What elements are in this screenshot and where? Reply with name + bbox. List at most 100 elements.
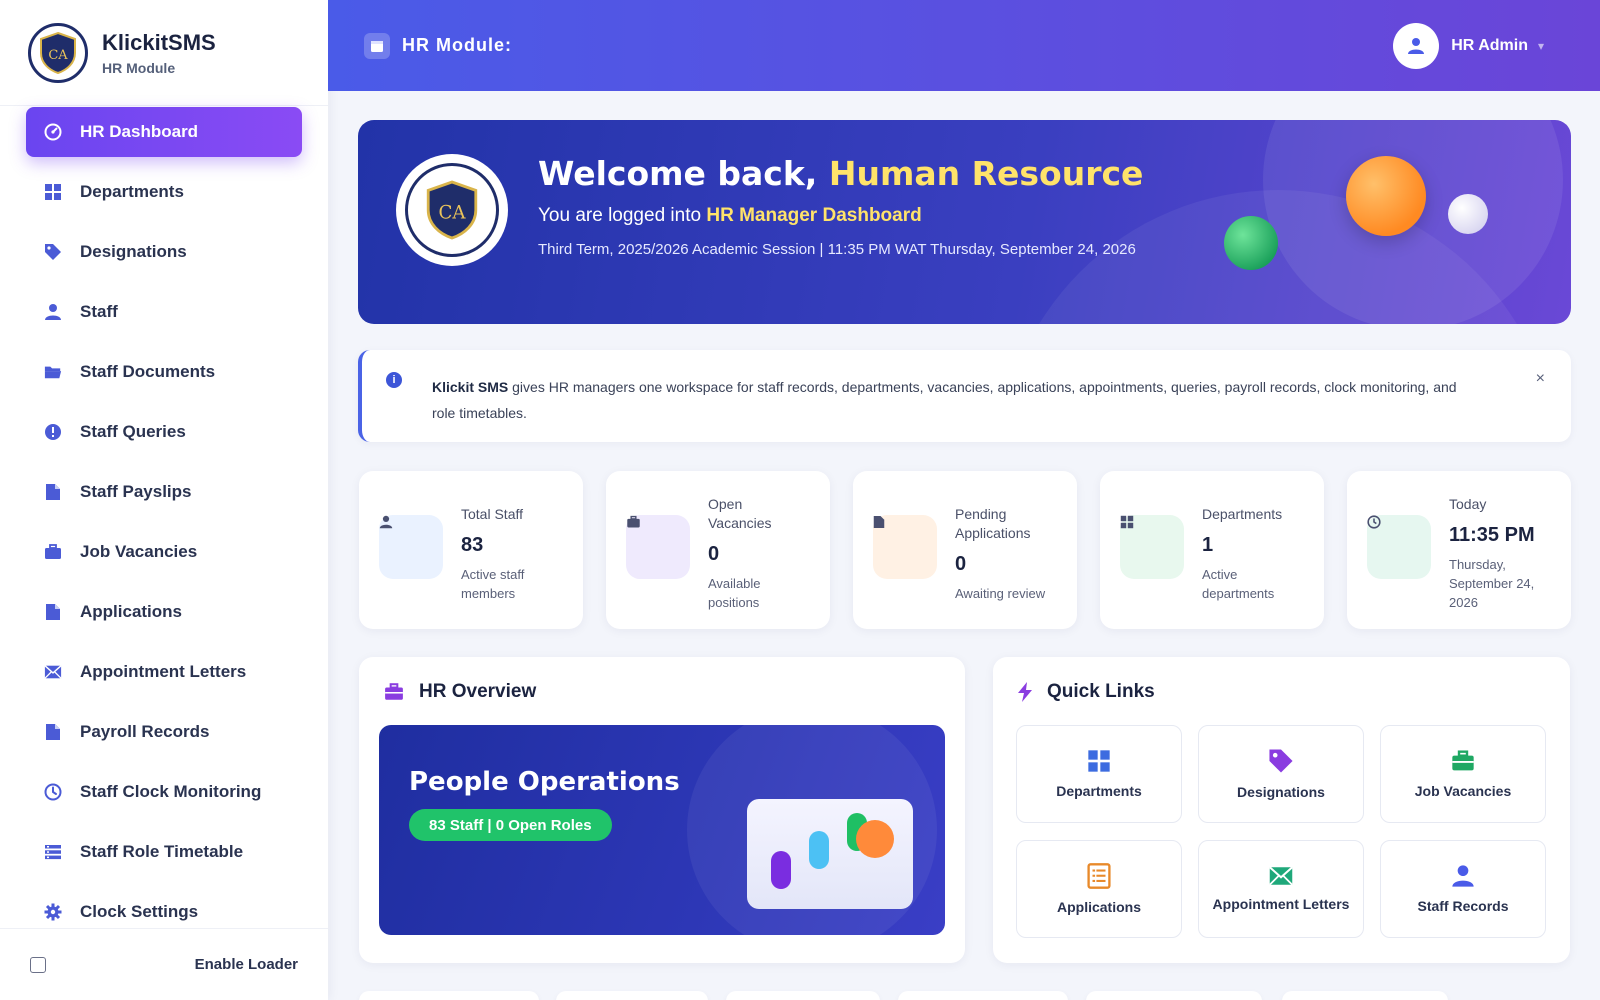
envelope-icon	[1268, 866, 1294, 886]
alert-body: gives HR managers one workspace for staf…	[432, 379, 1457, 421]
sidebar-item-staff-queries[interactable]: Staff Queries	[26, 407, 302, 457]
list-icon	[44, 843, 62, 861]
stat-sub: Thursday, September 24, 2026	[1449, 557, 1535, 610]
enable-loader-label: Enable Loader	[194, 956, 298, 973]
stat-sub: Active departments	[1202, 567, 1275, 601]
sidebar-item-label: Applications	[80, 602, 183, 621]
stat-card-open-vacancies[interactable]: Open Vacancies 0 Available positions	[606, 471, 830, 629]
sidebar-item-label: Payroll Records	[80, 722, 210, 741]
panel-title: Quick Links	[1017, 681, 1155, 703]
stat-card-pending-applications[interactable]: Pending Applications 0 Awaiting review	[853, 471, 1077, 629]
sidebar-item-staff-role-timetable[interactable]: Staff Role Timetable	[26, 827, 302, 877]
stat-card-today[interactable]: Today 11:35 PM Thursday, September 24, 2…	[1347, 471, 1571, 629]
sidebar-item-label: HR Dashboard	[80, 122, 199, 141]
grid-icon	[1120, 515, 1134, 534]
people-badge: 83 Staff | 0 Open Roles	[409, 809, 612, 841]
calendar-icon	[364, 32, 390, 59]
sidebar-item-payroll-records[interactable]: Payroll Records	[26, 707, 302, 757]
session-info: Third Term, 2025/2026 Academic Session |…	[538, 241, 1136, 258]
school-logo: CA	[28, 22, 88, 83]
sidebar-item-staff-documents[interactable]: Staff Documents	[26, 347, 302, 397]
page-title: HR Module:	[402, 35, 512, 55]
sidebar-item-label: Job Vacancies	[80, 542, 198, 561]
decorative-orb-orange	[1346, 156, 1426, 236]
welcome-title: Welcome back, Human Resource	[538, 154, 1143, 193]
people-operations-card[interactable]: People Operations 83 Staff | 0 Open Role…	[379, 725, 945, 935]
partial-card	[359, 991, 539, 1000]
tag-icon	[44, 243, 62, 261]
file-icon	[44, 603, 62, 621]
quick-link-label: Job Vacancies	[1414, 783, 1512, 799]
sidebar-item-appointment-letters[interactable]: Appointment Letters	[26, 647, 302, 697]
tag-icon	[1268, 748, 1294, 774]
user-icon	[44, 303, 62, 321]
quick-link-designations[interactable]: Designations	[1198, 725, 1364, 823]
stat-value: 0	[955, 553, 967, 575]
dashboard-icon	[44, 123, 62, 141]
stat-sub: Active staff members	[461, 567, 525, 601]
envelope-icon	[44, 663, 62, 681]
quick-link-appointment-letters[interactable]: Appointment Letters	[1198, 840, 1364, 938]
partial-card	[898, 991, 1068, 1000]
file-icon	[44, 483, 62, 501]
stat-value: 1	[1202, 534, 1214, 556]
partial-card	[726, 991, 880, 1000]
sidebar-item-designations[interactable]: Designations	[26, 227, 302, 277]
people-illustration	[747, 799, 913, 909]
alert-brand: Klickit SMS	[432, 379, 509, 395]
quick-link-job-vacancies[interactable]: Job Vacancies	[1380, 725, 1546, 823]
quick-link-label: Departments	[1056, 783, 1142, 799]
info-alert: i Klickit SMS gives HR managers one work…	[358, 350, 1571, 442]
sidebar-item-job-vacancies[interactable]: Job Vacancies	[26, 527, 302, 577]
sidebar-item-staff-clock-monitoring[interactable]: Staff Clock Monitoring	[26, 767, 302, 817]
logo-text: CA	[48, 48, 68, 63]
enable-loader-checkbox[interactable]	[30, 956, 46, 973]
sidebar-item-label: Staff	[80, 302, 118, 321]
partial-card	[1282, 991, 1448, 1000]
brand-name: KlickitSMS	[102, 29, 216, 55]
briefcase-icon	[383, 682, 405, 702]
quick-link-departments[interactable]: Departments	[1016, 725, 1182, 823]
sidebar-item-label: Appointment Letters	[80, 662, 247, 681]
stat-label: Today	[1449, 496, 1487, 512]
grid-icon	[44, 183, 62, 201]
sidebar-item-applications[interactable]: Applications	[26, 587, 302, 637]
welcome-line-prefix: You are logged into	[538, 205, 702, 226]
gear-icon	[44, 903, 62, 921]
sidebar-item-label: Staff Role Timetable	[80, 842, 244, 861]
welcome-subtitle: You are logged into HR Manager Dashboard	[538, 205, 1143, 227]
file-icon	[873, 515, 885, 534]
top-header: HR Module: HR Admin ▾	[328, 0, 1600, 91]
clock-icon	[1367, 515, 1381, 534]
stat-label: Departments	[1202, 506, 1283, 522]
file-icon	[44, 723, 62, 741]
sidebar-item-label: Departments	[80, 182, 184, 201]
briefcase-icon	[44, 543, 62, 561]
sidebar-item-departments[interactable]: Departments	[26, 167, 302, 217]
hr-overview-panel: HR Overview People Operations 83 Staff |…	[359, 657, 965, 963]
quick-link-applications[interactable]: Applications	[1016, 840, 1182, 938]
stat-card-departments[interactable]: Departments 1 Active departments	[1100, 471, 1324, 629]
quick-link-staff-records[interactable]: Staff Records	[1380, 840, 1546, 938]
brand-subtitle: HR Module	[102, 59, 176, 76]
stat-card-total-staff[interactable]: Total Staff 83 Active staff members	[359, 471, 583, 629]
sidebar-item-staff[interactable]: Staff	[26, 287, 302, 337]
dashboard-name: HR Manager Dashboard	[706, 205, 922, 226]
chevron-down-icon: ▾	[1537, 38, 1544, 53]
overview-title: HR Overview	[419, 681, 537, 702]
quick-links-panel: Quick Links Departments Designations Job…	[993, 657, 1570, 963]
close-icon[interactable]: ×	[1536, 370, 1545, 388]
stat-sub: Awaiting review	[955, 586, 1046, 601]
brand: CA KlickitSMS HR Module	[0, 0, 328, 106]
alert-circle-icon	[44, 423, 62, 441]
sidebar: CA KlickitSMS HR Module HR Dashboard Dep…	[0, 0, 328, 1000]
user-menu[interactable]: HR Admin ▾	[1393, 22, 1544, 69]
alert-text: Klickit SMS gives HR managers one worksp…	[432, 374, 1472, 426]
sidebar-item-staff-payslips[interactable]: Staff Payslips	[26, 467, 302, 517]
sidebar-item-label: Staff Queries	[80, 422, 186, 441]
stat-sub: Available positions	[708, 576, 761, 610]
school-logo-large: CA	[396, 154, 508, 266]
decorative-orb-white	[1448, 194, 1488, 234]
sidebar-item-hr-dashboard[interactable]: HR Dashboard	[26, 107, 302, 157]
quick-link-label: Staff Records	[1417, 898, 1509, 914]
